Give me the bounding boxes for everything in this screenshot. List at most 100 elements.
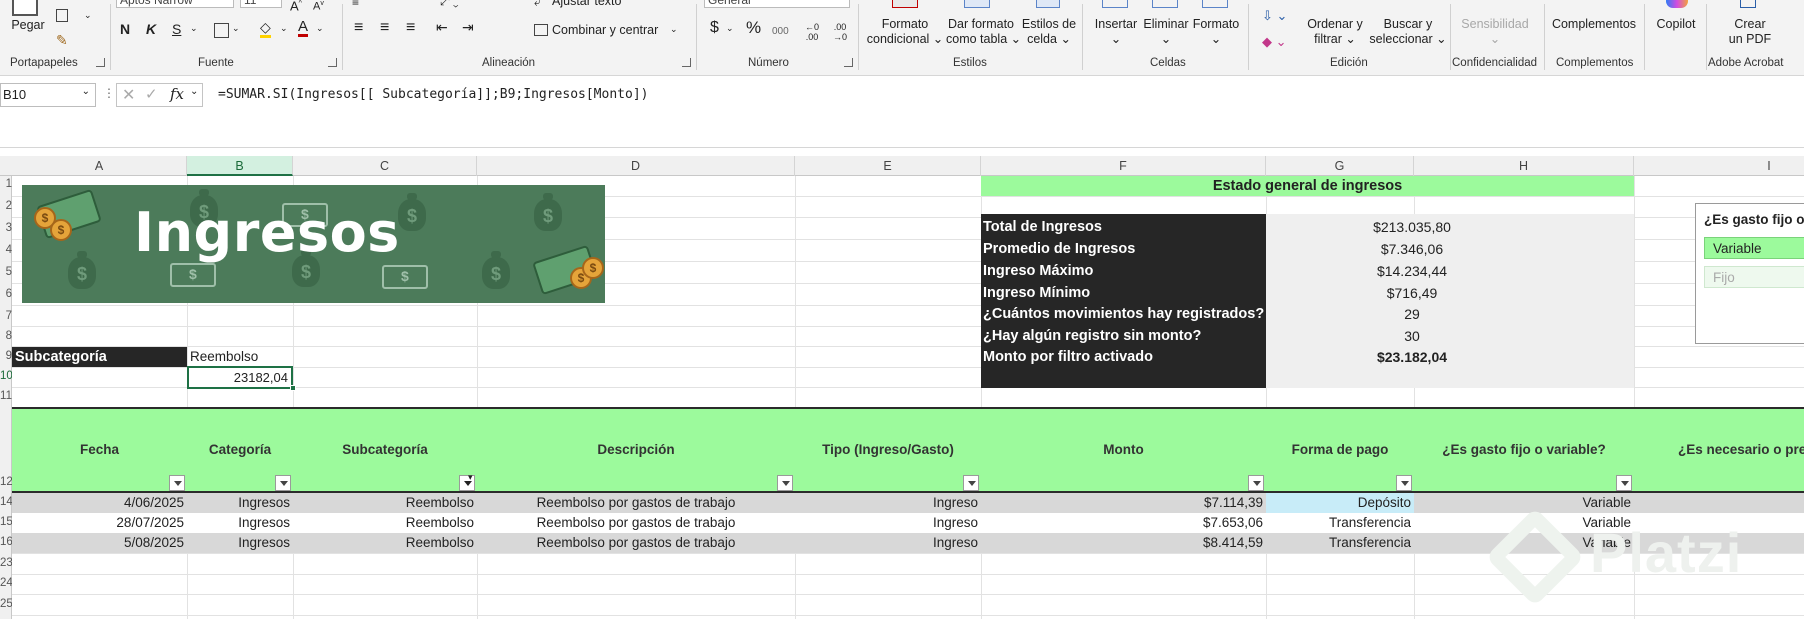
cell-styles-button[interactable]: Estilos de celda ⌄: [1020, 17, 1078, 47]
align-left-icon[interactable]: ≡: [354, 20, 363, 36]
cell-descripcion[interactable]: Reembolso por gastos de trabajo: [477, 513, 795, 533]
format-cells-icon[interactable]: [1202, 0, 1228, 8]
fill-dropdown-icon[interactable]: ⌄: [280, 21, 288, 36]
cell-forma-pago[interactable]: Transferencia: [1266, 533, 1414, 553]
insert-function-icon[interactable]: fx: [170, 85, 184, 103]
row-header[interactable]: 15: [0, 516, 12, 528]
row-header[interactable]: 4: [0, 244, 12, 256]
formula-input[interactable]: =SUMAR.SI(Ingresos[[ Subcategoría]];B9;I…: [218, 87, 648, 102]
cell-tipo[interactable]: Ingreso: [795, 533, 981, 553]
cell-forma-pago[interactable]: Depósito: [1266, 493, 1414, 513]
filter-button-descripcion[interactable]: [777, 475, 793, 491]
column-header-i[interactable]: I: [1634, 156, 1804, 176]
row-header[interactable]: 14: [0, 496, 12, 508]
italic-button[interactable]: K: [146, 22, 156, 37]
copilot-icon[interactable]: [1666, 0, 1688, 8]
merge-center-button[interactable]: Combinar y centrar: [552, 23, 658, 38]
borders-icon[interactable]: [214, 23, 229, 38]
column-header-f[interactable]: F: [981, 156, 1266, 176]
slicer-item-fijo[interactable]: Fijo: [1704, 266, 1804, 288]
font-launcher-icon[interactable]: [328, 58, 337, 67]
cell-monto[interactable]: $8.414,59: [981, 533, 1266, 553]
format-as-table-icon[interactable]: [964, 0, 990, 8]
create-pdf-button[interactable]: Crear un PDF: [1720, 17, 1780, 47]
cell-categoria[interactable]: Ingresos: [187, 533, 293, 553]
row-header[interactable]: 3: [0, 222, 12, 234]
row-header[interactable]: 23: [0, 557, 12, 569]
bold-button[interactable]: N: [120, 22, 130, 37]
clipboard-launcher-icon[interactable]: [96, 58, 105, 67]
row-header[interactable]: 9: [0, 350, 12, 362]
format-painter-icon[interactable]: ✎: [56, 32, 68, 49]
cell-tipo[interactable]: Ingreso: [795, 513, 981, 533]
cell-subcategoria[interactable]: Reembolso: [293, 513, 477, 533]
cell-categoria[interactable]: Ingresos: [187, 513, 293, 533]
name-box[interactable]: B10 ⌄: [0, 83, 96, 107]
column-header-c[interactable]: C: [293, 156, 477, 176]
copilot-button[interactable]: Copilot: [1650, 17, 1702, 32]
cell-tipo[interactable]: Ingreso: [795, 493, 981, 513]
column-header-d[interactable]: D: [477, 156, 795, 176]
percent-button[interactable]: %: [746, 19, 761, 36]
thousands-button[interactable]: 000: [772, 24, 789, 39]
merge-dropdown-icon[interactable]: ⌄: [670, 22, 678, 37]
fill-handle[interactable]: [290, 385, 296, 391]
slicer-fixed-variable[interactable]: ¿Es gasto fijo o v Variable Fijo: [1695, 203, 1804, 344]
conditional-format-button[interactable]: Formato condicional ⌄: [864, 17, 946, 47]
insert-cells-button[interactable]: Insertar ⌄: [1090, 17, 1142, 47]
row-header[interactable]: 7: [0, 310, 12, 322]
filter-button-categoria[interactable]: [275, 475, 291, 491]
cell-fecha[interactable]: 4/06/2025: [12, 493, 187, 513]
slicer-item-variable[interactable]: Variable: [1704, 237, 1804, 259]
row-header[interactable]: 2: [0, 200, 12, 212]
format-as-table-button[interactable]: Dar formato como tabla ⌄: [946, 17, 1021, 47]
filter-button-forma-pago[interactable]: [1396, 475, 1412, 491]
copy-icon[interactable]: [56, 9, 68, 22]
table-row[interactable]: 4/06/2025 Ingresos Reembolso Reembolso p…: [12, 493, 1804, 513]
align-center-icon[interactable]: ≡: [380, 20, 389, 36]
selected-cell-b10[interactable]: 23182,04: [187, 366, 293, 389]
addins-button[interactable]: Complementos: [1550, 17, 1638, 32]
column-header-e[interactable]: E: [795, 156, 981, 176]
column-header-a[interactable]: A: [12, 156, 187, 176]
filter-button-fijo-variable[interactable]: [1616, 475, 1632, 491]
formula-bar-options-icon[interactable]: ⋮: [103, 86, 115, 100]
wrap-text-icon[interactable]: ⤶: [534, 0, 541, 10]
delete-cells-icon[interactable]: [1152, 0, 1178, 8]
column-header-g[interactable]: G: [1266, 156, 1414, 176]
format-cells-button[interactable]: Formato ⌄: [1190, 17, 1242, 47]
cell-monto[interactable]: $7.653,06: [981, 513, 1266, 533]
cell-styles-icon[interactable]: [1036, 0, 1060, 8]
font-color-icon[interactable]: A: [298, 19, 309, 37]
wrap-text-button[interactable]: Ajustar texto: [552, 0, 621, 9]
font-color-dropdown-icon[interactable]: ⌄: [316, 21, 324, 36]
cell-forma-pago[interactable]: Transferencia: [1266, 513, 1414, 533]
acrobat-icon[interactable]: [1740, 0, 1756, 8]
number-launcher-icon[interactable]: [844, 58, 853, 67]
font-name-select[interactable]: Aptos Narrow: [116, 0, 234, 8]
fill-color-icon[interactable]: ◇: [260, 20, 271, 38]
cancel-icon[interactable]: ✕: [122, 85, 135, 105]
row-header[interactable]: 12: [0, 476, 12, 488]
cell-categoria[interactable]: Ingresos: [187, 493, 293, 513]
cell-fecha[interactable]: 28/07/2025: [12, 513, 187, 533]
underline-button[interactable]: S: [172, 22, 181, 37]
row-header[interactable]: 8: [0, 330, 12, 342]
copy-dropdown-icon[interactable]: ⌄: [84, 10, 92, 21]
orientation-icon[interactable]: ⤢ ⌄: [440, 0, 459, 9]
row-header[interactable]: 5: [0, 266, 12, 278]
insert-function-dropdown-icon[interactable]: ⌄: [190, 86, 198, 97]
merge-center-icon[interactable]: [534, 24, 548, 36]
paste-button[interactable]: Pegar: [10, 18, 46, 33]
row-header[interactable]: 25: [0, 598, 12, 610]
row-header[interactable]: 1: [0, 178, 12, 190]
row-header[interactable]: 6: [0, 288, 12, 300]
row-header[interactable]: 24: [0, 577, 12, 589]
insert-cells-icon[interactable]: [1102, 0, 1128, 8]
cell-subcategoria[interactable]: Reembolso: [293, 493, 477, 513]
cell-descripcion[interactable]: Reembolso por gastos de trabajo: [477, 533, 795, 553]
shrink-font-icon[interactable]: Av: [313, 0, 324, 15]
align-right-icon[interactable]: ≡: [406, 20, 415, 36]
decrease-indent-icon[interactable]: ⇤: [436, 20, 448, 35]
accounting-dropdown-icon[interactable]: ⌄: [726, 21, 734, 36]
